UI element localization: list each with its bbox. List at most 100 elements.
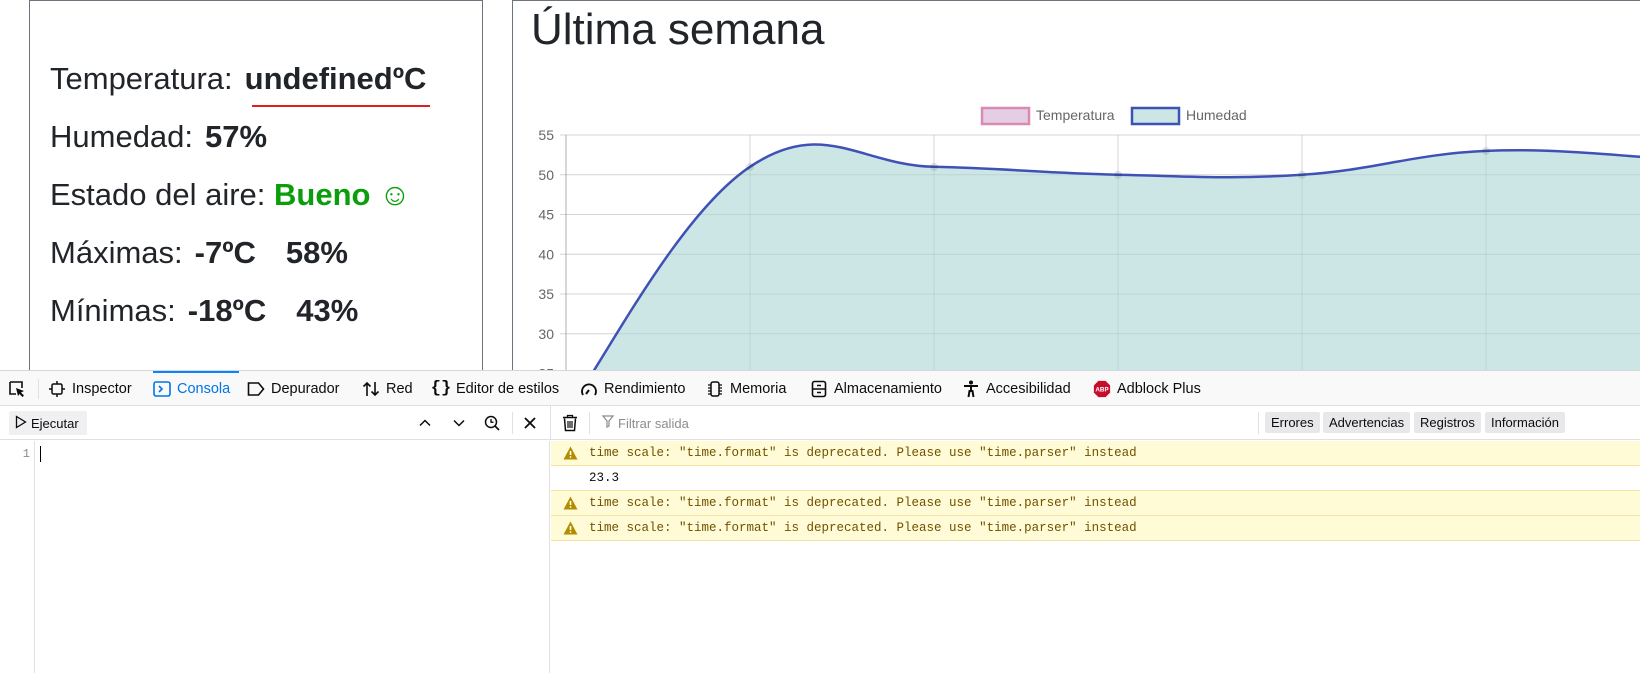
tab-label: Memoria bbox=[730, 380, 787, 397]
console-warning-message[interactable]: time scale: "time.format" is deprecated.… bbox=[551, 441, 1640, 466]
toolbar-separator bbox=[512, 412, 513, 434]
warning-icon bbox=[563, 521, 579, 535]
air-quality-label: Estado del aire: bbox=[50, 177, 266, 212]
chevron-down-icon bbox=[453, 419, 465, 427]
toolbar-separator bbox=[589, 412, 590, 434]
smiley-icon: ☺ bbox=[379, 177, 411, 212]
clear-console-button[interactable] bbox=[560, 413, 580, 433]
inspector-icon bbox=[48, 380, 66, 398]
run-label: Ejecutar bbox=[31, 415, 79, 431]
y-tick-label: 50 bbox=[538, 167, 554, 183]
run-button[interactable]: Ejecutar bbox=[9, 411, 87, 435]
devtools-panel: Inspector Consola Depurador Red {} Editor de … bbox=[0, 370, 1640, 673]
console-output: time scale: "time.format" is deprecated.… bbox=[551, 441, 1640, 673]
humedad-point[interactable] bbox=[1114, 170, 1122, 179]
tab-separator bbox=[38, 379, 39, 399]
trash-icon bbox=[563, 414, 577, 432]
performance-icon bbox=[580, 380, 598, 398]
tab-label: Rendimiento bbox=[604, 380, 686, 397]
console-warning-message[interactable]: time scale: "time.format" is deprecated.… bbox=[551, 516, 1640, 541]
y-tick-label: 55 bbox=[538, 127, 554, 143]
filter-logs-button[interactable]: Registros bbox=[1414, 412, 1481, 433]
warning-icon bbox=[563, 496, 579, 510]
memory-icon bbox=[706, 380, 724, 398]
filter-placeholder: Filtrar salida bbox=[618, 415, 689, 431]
abp-icon: ABP bbox=[1093, 380, 1111, 398]
tab-rendimiento[interactable]: Rendimiento bbox=[580, 371, 692, 406]
chart-area bbox=[560, 134, 1640, 370]
history-search-icon bbox=[484, 415, 500, 431]
legend-humedad-label[interactable]: Humedad bbox=[1186, 107, 1247, 123]
temperature-label: Temperatura: bbox=[50, 61, 233, 96]
max-row: Máximas: -7ºC 58% bbox=[50, 235, 348, 271]
filter-errors-button[interactable]: Errores bbox=[1265, 412, 1320, 433]
tab-label: Adblock Plus bbox=[1117, 380, 1201, 397]
humedad-point[interactable] bbox=[930, 162, 938, 171]
humidity-value: 57% bbox=[205, 119, 268, 154]
warning-icon bbox=[563, 446, 579, 460]
history-prev-button[interactable] bbox=[415, 413, 435, 433]
tab-depurador[interactable]: Depurador bbox=[247, 371, 347, 406]
humedad-point[interactable] bbox=[746, 162, 754, 171]
filter-icon bbox=[601, 415, 615, 431]
min-temp: -18ºC bbox=[187, 293, 267, 328]
filter-warnings-button[interactable]: Advertencias bbox=[1323, 412, 1411, 433]
tab-adblock-plus[interactable]: ABP Adblock Plus bbox=[1093, 371, 1208, 406]
tab-editor-de-estilos[interactable]: {} Editor de estilos bbox=[431, 371, 568, 406]
toolbar-separator bbox=[1258, 412, 1259, 434]
air-quality-value: Bueno bbox=[274, 177, 371, 212]
message-text: time scale: "time.format" is deprecated.… bbox=[589, 521, 1137, 535]
filter-info-button[interactable]: Información bbox=[1485, 412, 1565, 433]
chevron-up-icon bbox=[419, 419, 431, 427]
tab-label: Accesibilidad bbox=[986, 380, 1071, 397]
filter-output-input[interactable]: Filtrar salida bbox=[601, 415, 689, 431]
tab-red[interactable]: Red bbox=[362, 371, 414, 406]
editor-divider bbox=[550, 406, 551, 440]
storage-icon bbox=[810, 380, 828, 398]
history-next-button[interactable] bbox=[449, 413, 469, 433]
play-icon bbox=[15, 414, 27, 432]
picker-icon bbox=[8, 380, 26, 398]
console-editor[interactable]: 1 bbox=[0, 441, 550, 673]
tab-inspector[interactable]: Inspector bbox=[48, 371, 140, 406]
tab-label: Consola bbox=[177, 380, 231, 397]
air-quality-row: Estado del aire: Bueno ☺ bbox=[50, 177, 411, 213]
humidity-chart: 55504540353025 Temperatura Humedad bbox=[538, 106, 1640, 370]
console-warning-message[interactable]: time scale: "time.format" is deprecated.… bbox=[551, 491, 1640, 516]
tab-label: Almacenamiento bbox=[834, 380, 942, 397]
min-row: Mínimas: -18ºC 43% bbox=[50, 293, 358, 329]
message-text: 23.3 bbox=[589, 471, 620, 485]
editor-gutter: 1 bbox=[0, 441, 35, 673]
temperature-row: Temperatura: undefinedºC bbox=[50, 61, 426, 97]
humidity-row: Humedad: 57% bbox=[50, 119, 267, 155]
current-conditions-card: Temperatura: undefinedºC Humedad: 57% Esta… bbox=[29, 0, 483, 370]
console-log-message[interactable]: 23.3 bbox=[551, 466, 1640, 491]
close-editor-button[interactable] bbox=[520, 413, 540, 433]
web-page: Temperatura: undefinedºC Humedad: 57% Esta… bbox=[0, 0, 1640, 370]
temperature-value: undefinedºC bbox=[244, 61, 427, 96]
y-axis-ticks: 55504540353025 bbox=[538, 127, 554, 370]
devtools-tabbar: Inspector Consola Depurador Red {} Editor de … bbox=[0, 371, 1640, 406]
chart-legend[interactable]: Temperatura Humedad bbox=[980, 106, 1247, 126]
debugger-icon bbox=[247, 380, 265, 398]
console-icon bbox=[153, 380, 171, 398]
min-humidity: 43% bbox=[296, 293, 359, 328]
text-cursor bbox=[40, 446, 41, 462]
console-toolbar: Ejecutar Filtrar salida Errores Adverten… bbox=[0, 406, 1640, 440]
tab-accesibilidad[interactable]: Accesibilidad bbox=[962, 371, 1080, 406]
y-tick-label: 45 bbox=[538, 207, 554, 223]
humidity-label: Humedad: bbox=[50, 119, 194, 154]
tab-almacenamiento[interactable]: Almacenamiento bbox=[810, 371, 948, 406]
tab-consola[interactable]: Consola bbox=[153, 371, 239, 406]
tab-memoria[interactable]: Memoria bbox=[706, 371, 796, 406]
legend-temperatura-label[interactable]: Temperatura bbox=[1036, 107, 1115, 123]
red-underline-annotation bbox=[252, 105, 430, 107]
legend-temperatura-swatch[interactable] bbox=[980, 106, 1031, 126]
tab-label: Inspector bbox=[72, 380, 132, 397]
humedad-point[interactable] bbox=[1482, 146, 1490, 155]
tab-label: Depurador bbox=[271, 380, 340, 397]
humedad-point[interactable] bbox=[1298, 170, 1306, 179]
reverse-search-button[interactable] bbox=[482, 413, 502, 433]
legend-humedad-swatch[interactable] bbox=[1130, 106, 1181, 126]
element-picker-button[interactable] bbox=[8, 371, 26, 406]
